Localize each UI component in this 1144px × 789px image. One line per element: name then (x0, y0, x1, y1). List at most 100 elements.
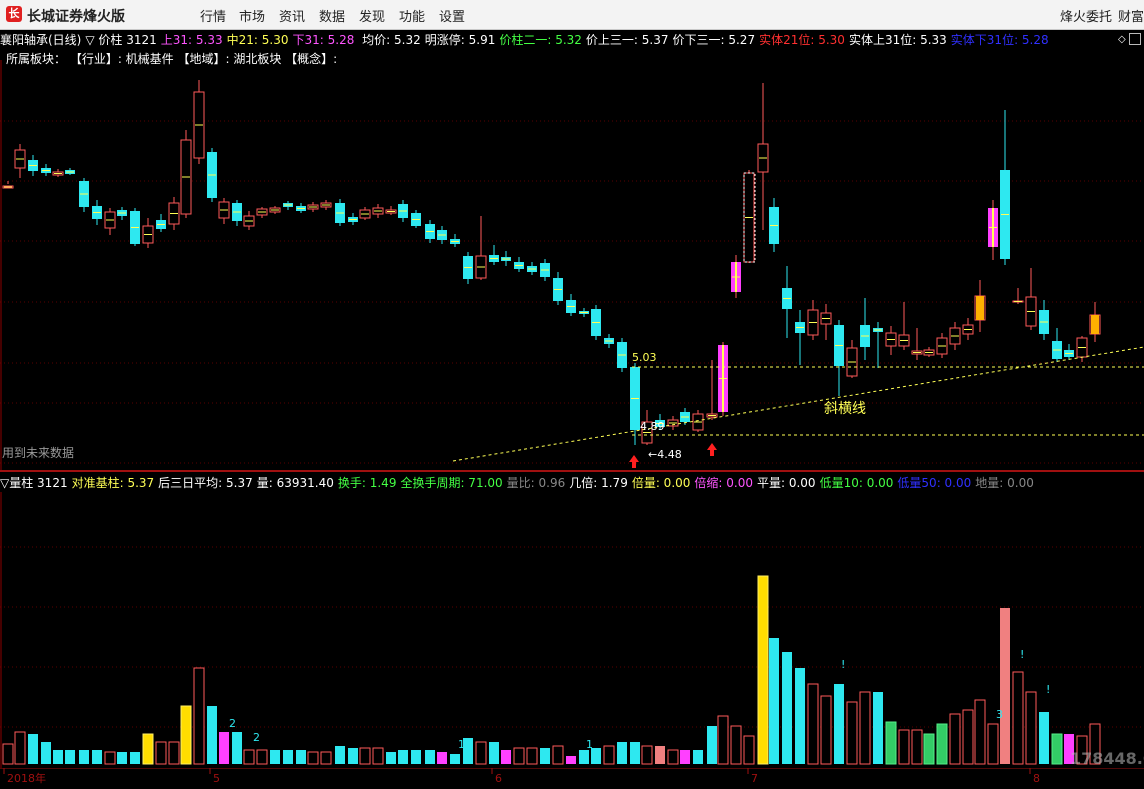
menu-bar: 长 长城证券烽火版 行情 市场 资讯 数据 发现 功能 设置 烽火委托 财富 (0, 0, 1144, 30)
axis-label: 7 (751, 772, 758, 785)
price-chart[interactable]: 5.03 4.89 ←4.48 斜横线用到未来数据 (0, 60, 1144, 470)
volume-bar (130, 752, 140, 764)
volume-mark-label: ! (1046, 683, 1050, 696)
app-title: 长城证券烽火版 (27, 9, 125, 25)
volume-bar (296, 750, 306, 764)
volume-bar (743, 735, 755, 765)
volume-indicator-6: 量比: 0.96 (506, 476, 566, 490)
maximize-icon[interactable] (1129, 33, 1141, 45)
menu-news[interactable]: 资讯 (279, 6, 305, 25)
menu-quotes[interactable]: 行情 (200, 6, 226, 25)
volume-bar (974, 699, 986, 765)
slope-line (452, 346, 1144, 462)
volume-bar (65, 750, 75, 764)
volume-mark-label: 1 (586, 738, 593, 751)
stock-indicator-12: 实体下31位: 5.28 (950, 33, 1049, 47)
volume-indicator-11: 低量10: 0.00 (819, 476, 894, 490)
stock-indicator-9: 价下三一: 5.27 (672, 33, 756, 47)
stock-indicator-2: 上31: 5.33 (160, 33, 223, 47)
volume-bar (859, 691, 871, 765)
watermark-label: 178448.COM (1070, 749, 1144, 768)
volume-mark-label: 2 (229, 717, 236, 730)
app-logo-icon: 长 (6, 6, 22, 22)
level-489-label: 4.89 (640, 420, 665, 433)
volume-bar (450, 754, 460, 764)
volume-bar (320, 751, 332, 765)
volume-indicator-13: 地量: 0.00 (975, 476, 1034, 490)
stock-indicator-4: 下31: 5.28 (292, 33, 355, 47)
menu-trade[interactable]: 烽火委托 (1060, 6, 1112, 25)
volume-bar (540, 748, 550, 764)
volume-bar (359, 747, 371, 765)
volume-bar (335, 746, 345, 764)
volume-mark-label: ! (841, 658, 845, 671)
menu-discover[interactable]: 发现 (359, 6, 385, 25)
future-data-label: 用到未来数据 (2, 445, 74, 460)
level-503-label: 5.03 (632, 351, 657, 364)
volume-bar (1039, 712, 1049, 764)
slope-line-label: 斜横线 (824, 401, 866, 417)
stock-indicator-8: 价上三一: 5.37 (585, 33, 669, 47)
volume-bar (655, 746, 665, 764)
volume-bar (782, 652, 792, 764)
volume-bar (489, 742, 499, 764)
volume-bar (92, 750, 102, 764)
menu-wealth[interactable]: 财富 (1118, 6, 1144, 25)
collapse-arrow-icon[interactable]: ◇ (1118, 34, 1126, 45)
volume-bar (936, 723, 948, 765)
volume-bar (513, 747, 525, 765)
volume-bar (579, 750, 589, 764)
volume-bar (885, 721, 897, 765)
highlight-candle (1091, 315, 1099, 334)
volume-bar (41, 742, 51, 764)
menu-data[interactable]: 数据 (319, 6, 345, 25)
volume-bar (28, 734, 38, 764)
volume-indicator-5: 全换手周期: 71.00 (400, 476, 503, 490)
stock-indicator-0: 襄阳轴承(日线) (0, 33, 82, 47)
stock-indicator-3: 中21: 5.30 (226, 33, 289, 47)
volume-bar (1051, 733, 1063, 765)
menu-functions[interactable]: 功能 (399, 6, 425, 25)
volume-bar (53, 750, 63, 764)
volume-bar (757, 575, 769, 765)
volume-bar (603, 745, 615, 765)
volume-bar (807, 683, 819, 765)
volume-indicator-8: 倍量: 0.00 (631, 476, 691, 490)
volume-mark-label: 1 (458, 738, 465, 751)
volume-bar (680, 750, 690, 764)
volume-bar (707, 726, 717, 764)
stock-indicator-bar: 襄阳轴承(日线) ▽ 价柱 3121 上31: 5.33 中21: 5.30 下31: … (0, 31, 1053, 47)
volume-bar (873, 692, 883, 764)
volume-mark-label: 3 (996, 708, 1003, 721)
volume-indicator-9: 倍缩: 0.00 (694, 476, 753, 490)
volume-bar (552, 745, 564, 765)
volume-bar (168, 741, 180, 765)
volume-bar (834, 684, 844, 764)
menu-market[interactable]: 市场 (239, 6, 265, 25)
axis-label: 2018年 (7, 771, 46, 785)
volume-indicator-7: 几倍: 1.79 (569, 476, 628, 490)
stock-indicator-7: 价柱二一: 5.32 (499, 33, 582, 47)
volume-bar (898, 729, 910, 765)
up-arrow-icon (707, 443, 717, 456)
stock-indicator-10: 实体21位: 5.30 (759, 33, 845, 47)
volume-bar (270, 750, 280, 764)
volume-chart[interactable]: 2 2 1 1! 3!! 178448.COM (0, 492, 1144, 768)
up-arrow-icon (629, 455, 639, 468)
volume-bar (820, 695, 832, 765)
volume-bar (717, 715, 729, 765)
volume-bar (846, 701, 858, 765)
volume-bar (232, 732, 242, 764)
volume-bar (398, 750, 408, 764)
menu-settings[interactable]: 设置 (439, 6, 465, 25)
volume-bar (641, 745, 653, 765)
volume-bar (425, 750, 435, 764)
volume-bar (2, 743, 14, 765)
volume-bar (142, 733, 154, 765)
volume-bar (949, 713, 961, 765)
volume-bar (117, 752, 127, 764)
volume-indicator-4: 换手: 1.49 (337, 476, 397, 490)
volume-bar (962, 709, 974, 765)
volume-bar (526, 747, 538, 765)
low-448-label: ←4.48 (648, 448, 682, 461)
